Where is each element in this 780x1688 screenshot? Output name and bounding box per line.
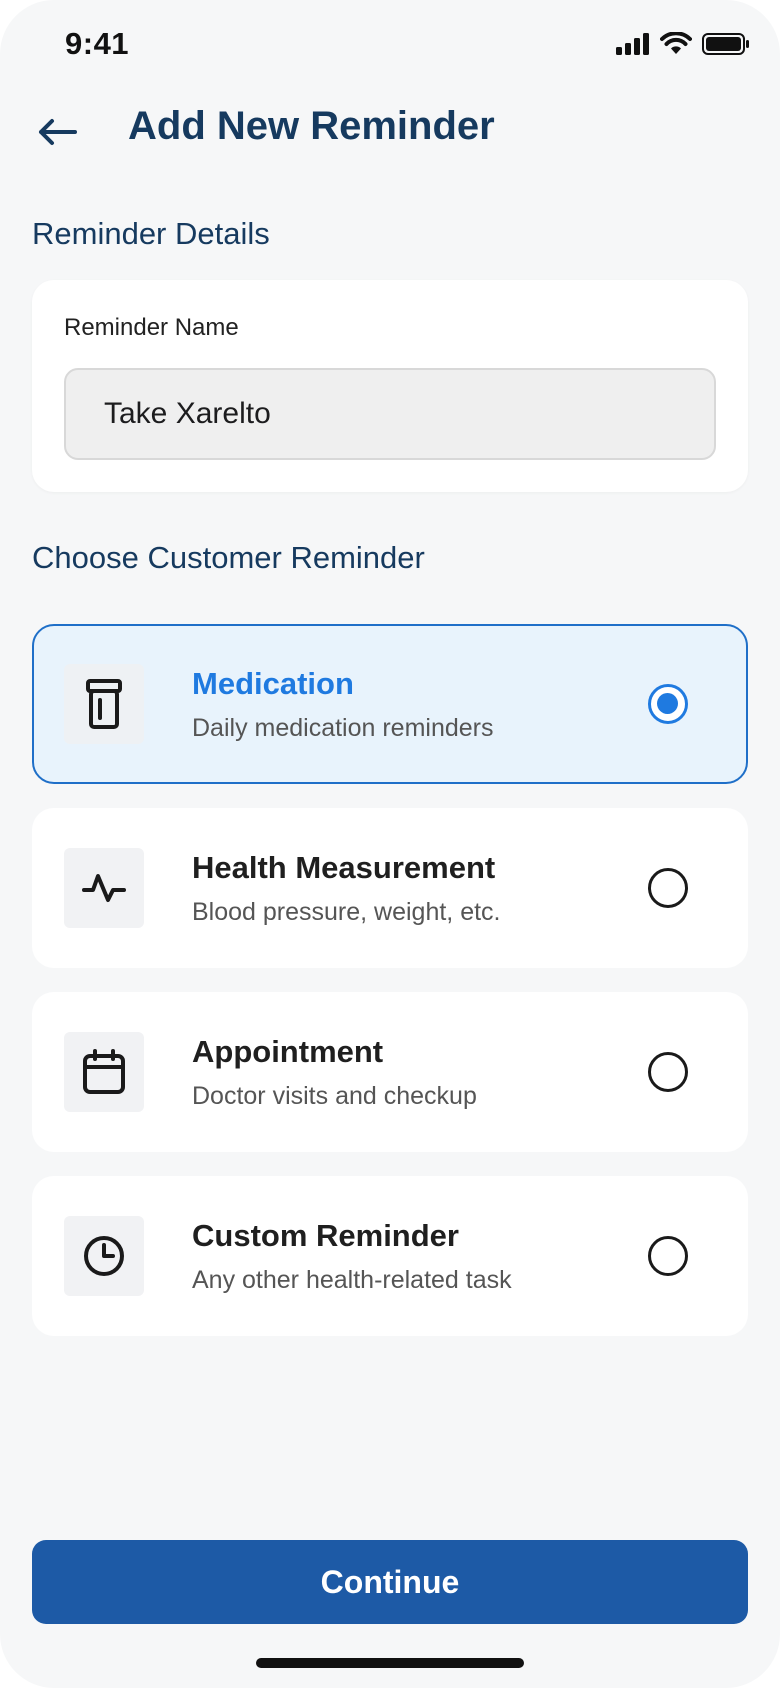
option-title: Health Measurement	[192, 850, 496, 885]
option-subtitle: Daily medication reminders	[192, 714, 494, 742]
back-button[interactable]	[32, 108, 82, 156]
status-time: 9:41	[65, 26, 130, 61]
radio-health-measurement[interactable]	[648, 868, 688, 908]
continue-button[interactable]: Continue	[32, 1540, 748, 1624]
option-title: Appointment	[192, 1034, 384, 1069]
option-subtitle: Any other health-related task	[192, 1266, 512, 1294]
option-card-medication[interactable]: Medication Daily medication reminders	[32, 624, 748, 784]
option-subtitle: Blood pressure, weight, etc.	[192, 898, 501, 926]
option-card-appointment[interactable]: Appointment Doctor visits and checkup	[32, 992, 748, 1152]
app-screen: 9:41 Add New Reminder Reminder Details R…	[0, 0, 780, 1688]
radio-custom-reminder[interactable]	[648, 1236, 688, 1276]
option-icon-box	[64, 1032, 144, 1112]
signal-icon	[616, 33, 649, 55]
home-indicator[interactable]	[256, 1658, 524, 1668]
battery-icon	[702, 33, 749, 55]
option-title: Medication	[192, 666, 354, 701]
option-icon-box	[64, 848, 144, 928]
wifi-icon	[660, 32, 692, 54]
option-card-health-measurement[interactable]: Health Measurement Blood pressure, weigh…	[32, 808, 748, 968]
option-title: Custom Reminder	[192, 1218, 459, 1253]
reminder-details-card: Reminder Name	[32, 280, 748, 492]
option-icon-box	[64, 1216, 144, 1296]
reminder-name-label: Reminder Name	[64, 314, 239, 341]
option-icon-box	[64, 664, 144, 744]
reminder-name-input[interactable]	[64, 368, 716, 460]
option-subtitle: Doctor visits and checkup	[192, 1082, 477, 1110]
arrow-left-icon	[39, 119, 77, 145]
clock-icon	[84, 1236, 124, 1276]
status-icons	[616, 32, 750, 56]
section-title-type: Choose Customer Reminder	[32, 540, 425, 575]
pill-bottle-icon	[86, 679, 122, 729]
radio-appointment[interactable]	[648, 1052, 688, 1092]
radio-medication[interactable]	[648, 684, 688, 724]
status-bar: 9:41	[0, 0, 780, 92]
calendar-icon	[83, 1049, 125, 1094]
section-title-details: Reminder Details	[32, 216, 270, 251]
pulse-icon	[82, 874, 126, 902]
option-card-custom-reminder[interactable]: Custom Reminder Any other health-related…	[32, 1176, 748, 1336]
page-title: Add New Reminder	[128, 104, 495, 148]
